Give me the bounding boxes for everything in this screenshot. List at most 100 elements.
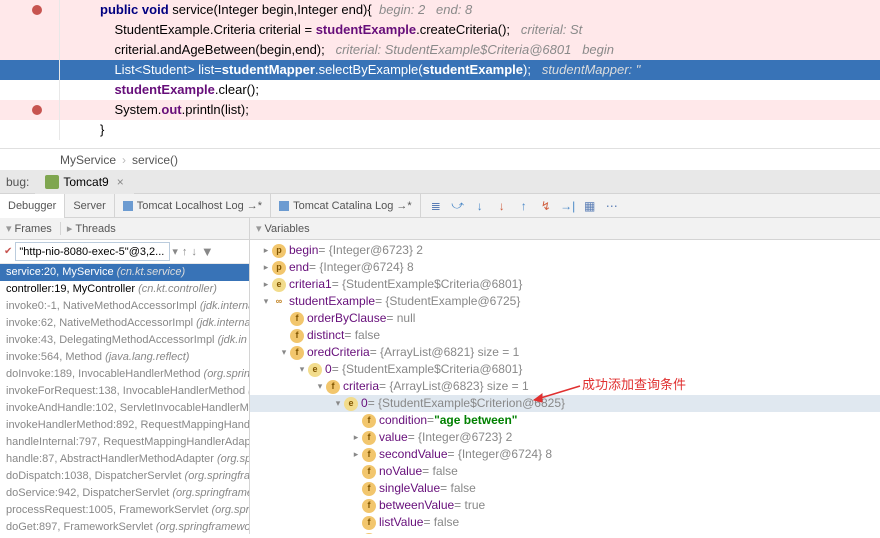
method-name: service (172, 2, 213, 17)
expand-toggle[interactable]: ▾ (278, 344, 290, 361)
prev-frame-icon[interactable]: ↑ (182, 246, 188, 258)
step-into-icon[interactable]: ↓ (473, 199, 487, 213)
drop-frame-icon[interactable]: ↯ (539, 199, 553, 213)
variable-row[interactable]: fcondition = "age between" (250, 412, 880, 429)
tab-server[interactable]: Server (65, 194, 114, 218)
var-value: = false (422, 463, 458, 480)
step-out-icon[interactable]: ↑ (517, 199, 531, 213)
collapse-icon[interactable]: ▾ (6, 222, 12, 235)
frame-item[interactable]: invoke:62, NativeMethodAccessorImpl (jdk… (0, 315, 249, 332)
frame-item[interactable]: invoke:43, DelegatingMethodAccessorImpl … (0, 332, 249, 349)
breadcrumb[interactable]: MyService › service() (0, 148, 880, 170)
var-kind-icon: p (272, 244, 286, 258)
step-over-icon[interactable]: ⤻ (451, 199, 465, 213)
variable-row[interactable]: ▾∞studentExample = {StudentExample@6725} (250, 293, 880, 310)
frames-panel: ▾ Frames ▸Threads ✔ ▾ ↑ ↓ ▼ service:20, … (0, 218, 250, 534)
variable-row[interactable]: ftypeHandler = null (250, 531, 880, 534)
var-kind-icon: f (290, 312, 304, 326)
expand-toggle[interactable]: ▸ (260, 276, 272, 293)
variable-row[interactable]: ▾foredCriteria = {ArrayList@6821} size =… (250, 344, 880, 361)
var-name: end (289, 259, 309, 276)
log-icon (279, 201, 289, 211)
expand-toggle[interactable]: ▾ (260, 293, 272, 310)
variables-title: Variables (265, 223, 310, 235)
variable-row[interactable]: fnoValue = false (250, 463, 880, 480)
frame-item[interactable]: invokeForRequest:138, InvocableHandlerMe… (0, 383, 249, 400)
tab-label: Server (73, 200, 105, 212)
var-name: singleValue (379, 480, 440, 497)
var-value: = {ArrayList@6821} size = 1 (370, 344, 520, 361)
frame-item[interactable]: doInvoke:189, InvocableHandlerMethod (or… (0, 366, 249, 383)
frame-item[interactable]: doGet:897, FrameworkServlet (org.springf… (0, 519, 249, 534)
variable-row[interactable]: flistValue = false (250, 514, 880, 531)
collapse-icon[interactable]: ▸ (67, 223, 73, 235)
close-icon[interactable]: × (117, 175, 124, 189)
tab-localhost-log[interactable]: Tomcat Localhost Log →* (115, 194, 271, 218)
variable-row[interactable]: ▸fsecondValue = {Integer@6724} 8 (250, 446, 880, 463)
expand-toggle[interactable]: ▾ (314, 378, 326, 395)
var-kind-icon: f (362, 533, 376, 535)
breakpoint-icon[interactable] (32, 105, 42, 115)
variable-row[interactable]: ▸pbegin = {Integer@6723} 2 (250, 242, 880, 259)
frame-item[interactable]: doDispatch:1038, DispatcherServlet (org.… (0, 468, 249, 485)
force-step-into-icon[interactable]: ↓ (495, 199, 509, 213)
field-ref: studentExample (423, 62, 523, 77)
variable-row[interactable]: ▸ecriteria1 = {StudentExample$Criteria@6… (250, 276, 880, 293)
var-kind-icon: f (362, 448, 376, 462)
expand-toggle[interactable]: ▸ (350, 446, 362, 463)
frame-item[interactable]: controller:19, MyController (cn.kt.contr… (0, 281, 249, 298)
frame-item[interactable]: invokeHandlerMethod:892, RequestMappingH… (0, 417, 249, 434)
var-name: distinct (307, 327, 344, 344)
var-value: = false (423, 514, 459, 531)
code-text: System. (114, 102, 161, 117)
breadcrumb-sep: › (122, 153, 126, 167)
var-kind-icon: p (272, 261, 286, 275)
expand-toggle[interactable]: ▸ (350, 429, 362, 446)
variable-row[interactable]: fdistinct = false (250, 327, 880, 344)
threads-title[interactable]: Threads (75, 223, 115, 235)
code-editor[interactable]: public void service(Integer begin,Intege… (0, 0, 880, 148)
variable-row[interactable]: forderByClause = null (250, 310, 880, 327)
variable-row[interactable]: fsingleValue = false (250, 480, 880, 497)
frame-item[interactable]: processRequest:1005, FrameworkServlet (o… (0, 502, 249, 519)
expand-toggle[interactable]: ▾ (296, 361, 308, 378)
var-kind-icon: ∞ (272, 295, 286, 309)
inline-hint: begin: 2 end: 8 (372, 2, 472, 17)
frame-item[interactable]: doService:942, DispatcherServlet (org.sp… (0, 485, 249, 502)
code-text: StudentExample.Criteria criterial = (114, 22, 315, 37)
frame-item[interactable]: service:20, MyService (cn.kt.service) (0, 264, 249, 281)
dropdown-icon[interactable]: ▾ (172, 245, 178, 258)
run-config-tab[interactable]: Tomcat9 × (35, 170, 133, 194)
breadcrumb-method[interactable]: service() (132, 153, 178, 167)
evaluate-icon[interactable]: ▦ (583, 199, 597, 213)
run-to-cursor-icon[interactable]: →| (561, 199, 575, 213)
filter-icon[interactable]: ▼ (201, 244, 214, 259)
breakpoint-icon[interactable] (32, 5, 42, 15)
tab-catalina-log[interactable]: Tomcat Catalina Log →* (271, 194, 421, 218)
tab-label: Tomcat Catalina Log →* (293, 200, 412, 212)
next-frame-icon[interactable]: ↓ (191, 246, 197, 258)
expand-toggle[interactable]: ▸ (260, 259, 272, 276)
breadcrumb-class[interactable]: MyService (60, 153, 116, 167)
collapse-icon[interactable]: ▾ (256, 222, 262, 235)
frame-item[interactable]: handleInternal:797, RequestMappingHandle… (0, 434, 249, 451)
frame-item[interactable]: invoke:564, Method (java.lang.reflect) (0, 349, 249, 366)
variable-row[interactable]: ▸fvalue = {Integer@6723} 2 (250, 429, 880, 446)
show-exec-point-icon[interactable]: ≣ (429, 199, 443, 213)
frame-item[interactable]: invokeAndHandle:102, ServletInvocableHan… (0, 400, 249, 417)
expand-toggle[interactable]: ▸ (260, 242, 272, 259)
expand-toggle[interactable]: ▾ (332, 395, 344, 412)
frame-item[interactable]: handle:87, AbstractHandlerMethodAdapter … (0, 451, 249, 468)
thread-input[interactable] (15, 242, 170, 261)
var-kind-icon: e (308, 363, 322, 377)
var-kind-icon: f (290, 329, 304, 343)
var-kind-icon: e (344, 397, 358, 411)
trace-icon[interactable]: ⋯ (605, 199, 619, 213)
tab-debugger[interactable]: Debugger (0, 194, 65, 218)
variable-row[interactable]: ▸pend = {Integer@6724} 8 (250, 259, 880, 276)
variable-row[interactable]: fbetweenValue = true (250, 497, 880, 514)
frame-item[interactable]: invoke0:-1, NativeMethodAccessorImpl (jd… (0, 298, 249, 315)
inline-hint: criterial: StudentExample$Criteria@6801 … (325, 42, 614, 57)
frame-list[interactable]: service:20, MyService (cn.kt.service)con… (0, 264, 249, 534)
variable-row[interactable]: ▾e0 = {StudentExample$Criteria@6801} (250, 361, 880, 378)
